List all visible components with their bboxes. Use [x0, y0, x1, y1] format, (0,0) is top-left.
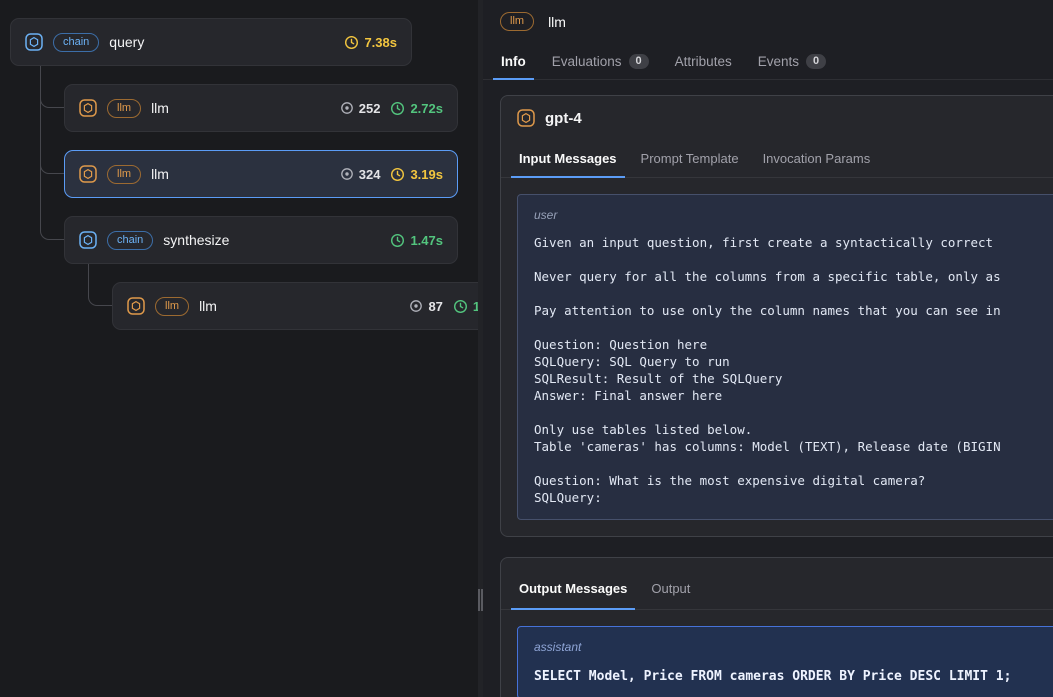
user-message-text: Given an input question, first create a … [534, 235, 1001, 505]
span-kind-pill: chain [53, 32, 100, 52]
message-role: assistant [534, 640, 582, 654]
span-label: query [109, 34, 145, 50]
detail-tab-bar: Info Evaluations 0 Attributes Events 0 [483, 43, 1053, 80]
span-duration: 2.72s [390, 101, 443, 116]
span-duration: 1.47s [390, 233, 443, 248]
clock-icon [453, 299, 467, 313]
tab-label: Prompt Template [640, 151, 739, 166]
span-row-llm-1[interactable]: llm llm 252 2.72s [64, 84, 458, 132]
tree-connector [40, 66, 64, 240]
count-badge: 0 [805, 53, 827, 69]
llm-span-icon [127, 297, 145, 315]
tab-output-messages[interactable]: Output Messages [509, 568, 637, 610]
clock-icon [391, 167, 405, 181]
token-count-icon [340, 168, 353, 180]
span-kind-pill: llm [107, 98, 142, 118]
user-message: user Given an input question, first crea… [517, 194, 1053, 520]
span-detail-title: llm [548, 13, 566, 30]
detail-header: llm llm [483, 0, 1053, 43]
token-count-icon [410, 300, 423, 312]
span-duration: 7.38s [344, 35, 397, 50]
count-badge: 0 [628, 53, 649, 69]
llm-span-icon [79, 99, 97, 117]
tab-evaluations[interactable]: Evaluations 0 [542, 43, 659, 79]
clock-icon [391, 233, 405, 247]
tree-connector [88, 264, 112, 306]
span-label: llm [151, 166, 169, 182]
tab-input-messages[interactable]: Input Messages [509, 140, 627, 178]
span-row-synthesize[interactable]: chain synthesize 1.47s [64, 216, 458, 264]
app-root: chain query 7.38s llm llm 252 2.72s llm … [0, 0, 1053, 697]
resize-grip-icon [478, 589, 483, 611]
span-kind-pill: llm [155, 296, 190, 316]
token-count-icon [340, 102, 353, 114]
model-card: gpt-4 Input Messages Prompt Template Inv… [500, 95, 1053, 537]
message-role: user [534, 208, 558, 222]
clock-icon [345, 35, 359, 49]
tab-label: Input Messages [519, 151, 617, 166]
model-card-header: gpt-4 [501, 96, 1053, 140]
detail-body: gpt-4 Input Messages Prompt Template Inv… [483, 80, 1053, 697]
llm-model-icon [517, 109, 535, 127]
chain-span-icon [79, 231, 97, 249]
output-messages-content: assistant SELECT Model, Price FROM camer… [501, 610, 1053, 697]
model-card-tab-bar: Input Messages Prompt Template Invocatio… [501, 140, 1053, 178]
tab-prompt-template[interactable]: Prompt Template [631, 140, 749, 177]
assistant-message-text: SELECT Model, Price FROM cameras ORDER B… [534, 669, 1012, 684]
span-row-llm-3[interactable]: llm llm 87 1.4 [112, 282, 478, 330]
llm-span-icon [79, 165, 97, 183]
panel-resize-handle[interactable] [478, 0, 483, 697]
tab-output[interactable]: Output [641, 568, 700, 609]
span-detail-panel: llm llm Info Evaluations 0 Attributes Ev… [483, 0, 1053, 697]
tab-label: Attributes [674, 53, 732, 69]
span-kind-pill: chain [107, 230, 154, 250]
tab-label: Info [501, 53, 526, 69]
span-label: llm [151, 100, 169, 116]
span-duration: 3.19s [390, 167, 443, 182]
model-name: gpt-4 [545, 109, 582, 127]
span-row-query[interactable]: chain query 7.38s [10, 18, 412, 66]
span-token-count: 252 [340, 101, 380, 116]
tab-label: Output [651, 581, 691, 596]
span-label: synthesize [163, 232, 230, 248]
clock-icon [391, 101, 405, 115]
span-kind-pill: llm [500, 12, 535, 31]
tab-label: Evaluations [551, 53, 622, 69]
span-token-count: 87 [409, 299, 443, 314]
tab-label: Output Messages [519, 581, 628, 596]
tab-invocation-params[interactable]: Invocation Params [753, 140, 881, 177]
span-token-count: 324 [340, 167, 380, 182]
tab-label: Events [757, 53, 799, 69]
tab-attributes[interactable]: Attributes [665, 43, 742, 79]
tab-info[interactable]: Info [491, 43, 536, 80]
span-label: llm [199, 298, 217, 314]
span-row-llm-2-selected[interactable]: llm llm 324 3.19s [64, 150, 458, 198]
output-card: Output Messages Output assistant SELECT … [500, 557, 1053, 697]
tab-events[interactable]: Events 0 [748, 43, 836, 79]
tab-label: Invocation Params [762, 151, 871, 166]
span-kind-pill: llm [107, 164, 142, 184]
output-card-tab-bar: Output Messages Output [501, 568, 1053, 610]
span-duration: 1.4 [453, 299, 478, 314]
chain-span-icon [25, 33, 43, 51]
assistant-message: assistant SELECT Model, Price FROM camer… [517, 626, 1053, 697]
trace-tree-sidebar: chain query 7.38s llm llm 252 2.72s llm … [0, 0, 478, 697]
input-messages-content: user Given an input question, first crea… [501, 178, 1053, 536]
